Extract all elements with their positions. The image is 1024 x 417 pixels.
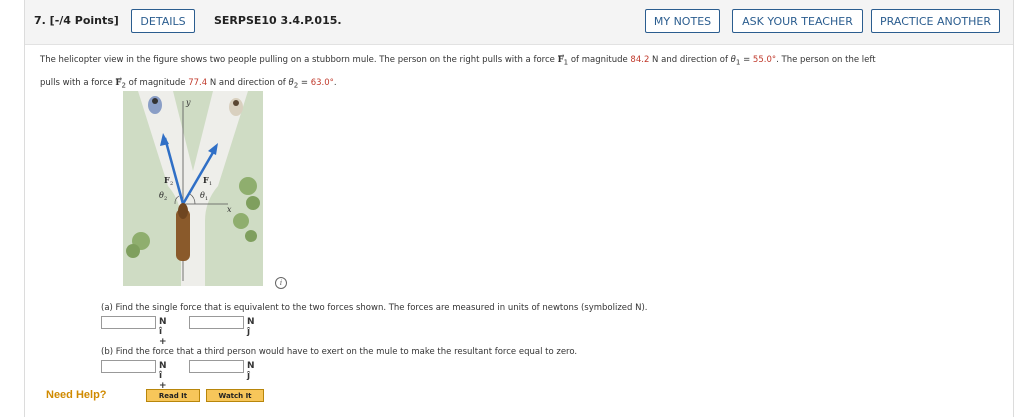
svg-text:2: 2 (170, 181, 173, 187)
x-axis-label: x (227, 205, 232, 214)
problem-line-1: The helicopter view in the figure shows … (40, 50, 970, 73)
details-button[interactable]: DETAILS (131, 9, 195, 33)
problem-statement: The helicopter view in the figure shows … (40, 50, 970, 95)
part-a-i-unit: N î + (159, 317, 167, 347)
part-b-j-unit: N ĵ (247, 361, 255, 381)
ask-teacher-button[interactable]: ASK YOUR TEACHER (732, 9, 863, 33)
y-axis-label: y (185, 98, 191, 107)
part-b-i-input[interactable] (101, 360, 156, 373)
need-help-label: Need Help? (46, 389, 107, 401)
helicopter-view-illustration: y x F 2 F 1 θ 2 θ 1 (123, 91, 263, 286)
part-b-question: (b) Find the force that a third person w… (101, 347, 578, 357)
info-icon[interactable]: i (275, 277, 287, 289)
svg-text:1: 1 (209, 181, 212, 187)
question-header: 7. [-/4 Points] DETAILS SERPSE10 3.4.P.0… (25, 0, 1013, 45)
part-a-j-unit: N ĵ (247, 317, 255, 337)
watch-it-button[interactable]: Watch It (206, 389, 264, 402)
part-a-i-input[interactable] (101, 316, 156, 329)
mule-force-figure: y x F 2 F 1 θ 2 θ 1 (123, 91, 263, 290)
force-f2-symbol: F (115, 78, 121, 88)
theta2-value: 63.0° (310, 77, 334, 88)
question-number: 7. [-/4 Points] (34, 14, 119, 27)
f2-magnitude: 77.4 (188, 77, 208, 88)
part-b-j-input[interactable] (189, 360, 244, 373)
read-it-button[interactable]: Read It (146, 389, 200, 402)
part-a-j-input[interactable] (189, 316, 244, 329)
practice-another-button[interactable]: PRACTICE ANOTHER (871, 9, 1000, 33)
part-a-question: (a) Find the single force that is equiva… (101, 303, 648, 313)
part-b-i-unit: N î + (159, 361, 167, 391)
svg-text:2: 2 (164, 196, 167, 202)
my-notes-button[interactable]: MY NOTES (645, 9, 720, 33)
svg-text:1: 1 (205, 196, 208, 202)
force-f1-symbol: F (558, 55, 564, 65)
f1-magnitude: 84.2 (630, 55, 650, 65)
theta1-value: 55.0° (752, 55, 777, 65)
problem-code: SERPSE10 3.4.P.015. (214, 14, 342, 27)
